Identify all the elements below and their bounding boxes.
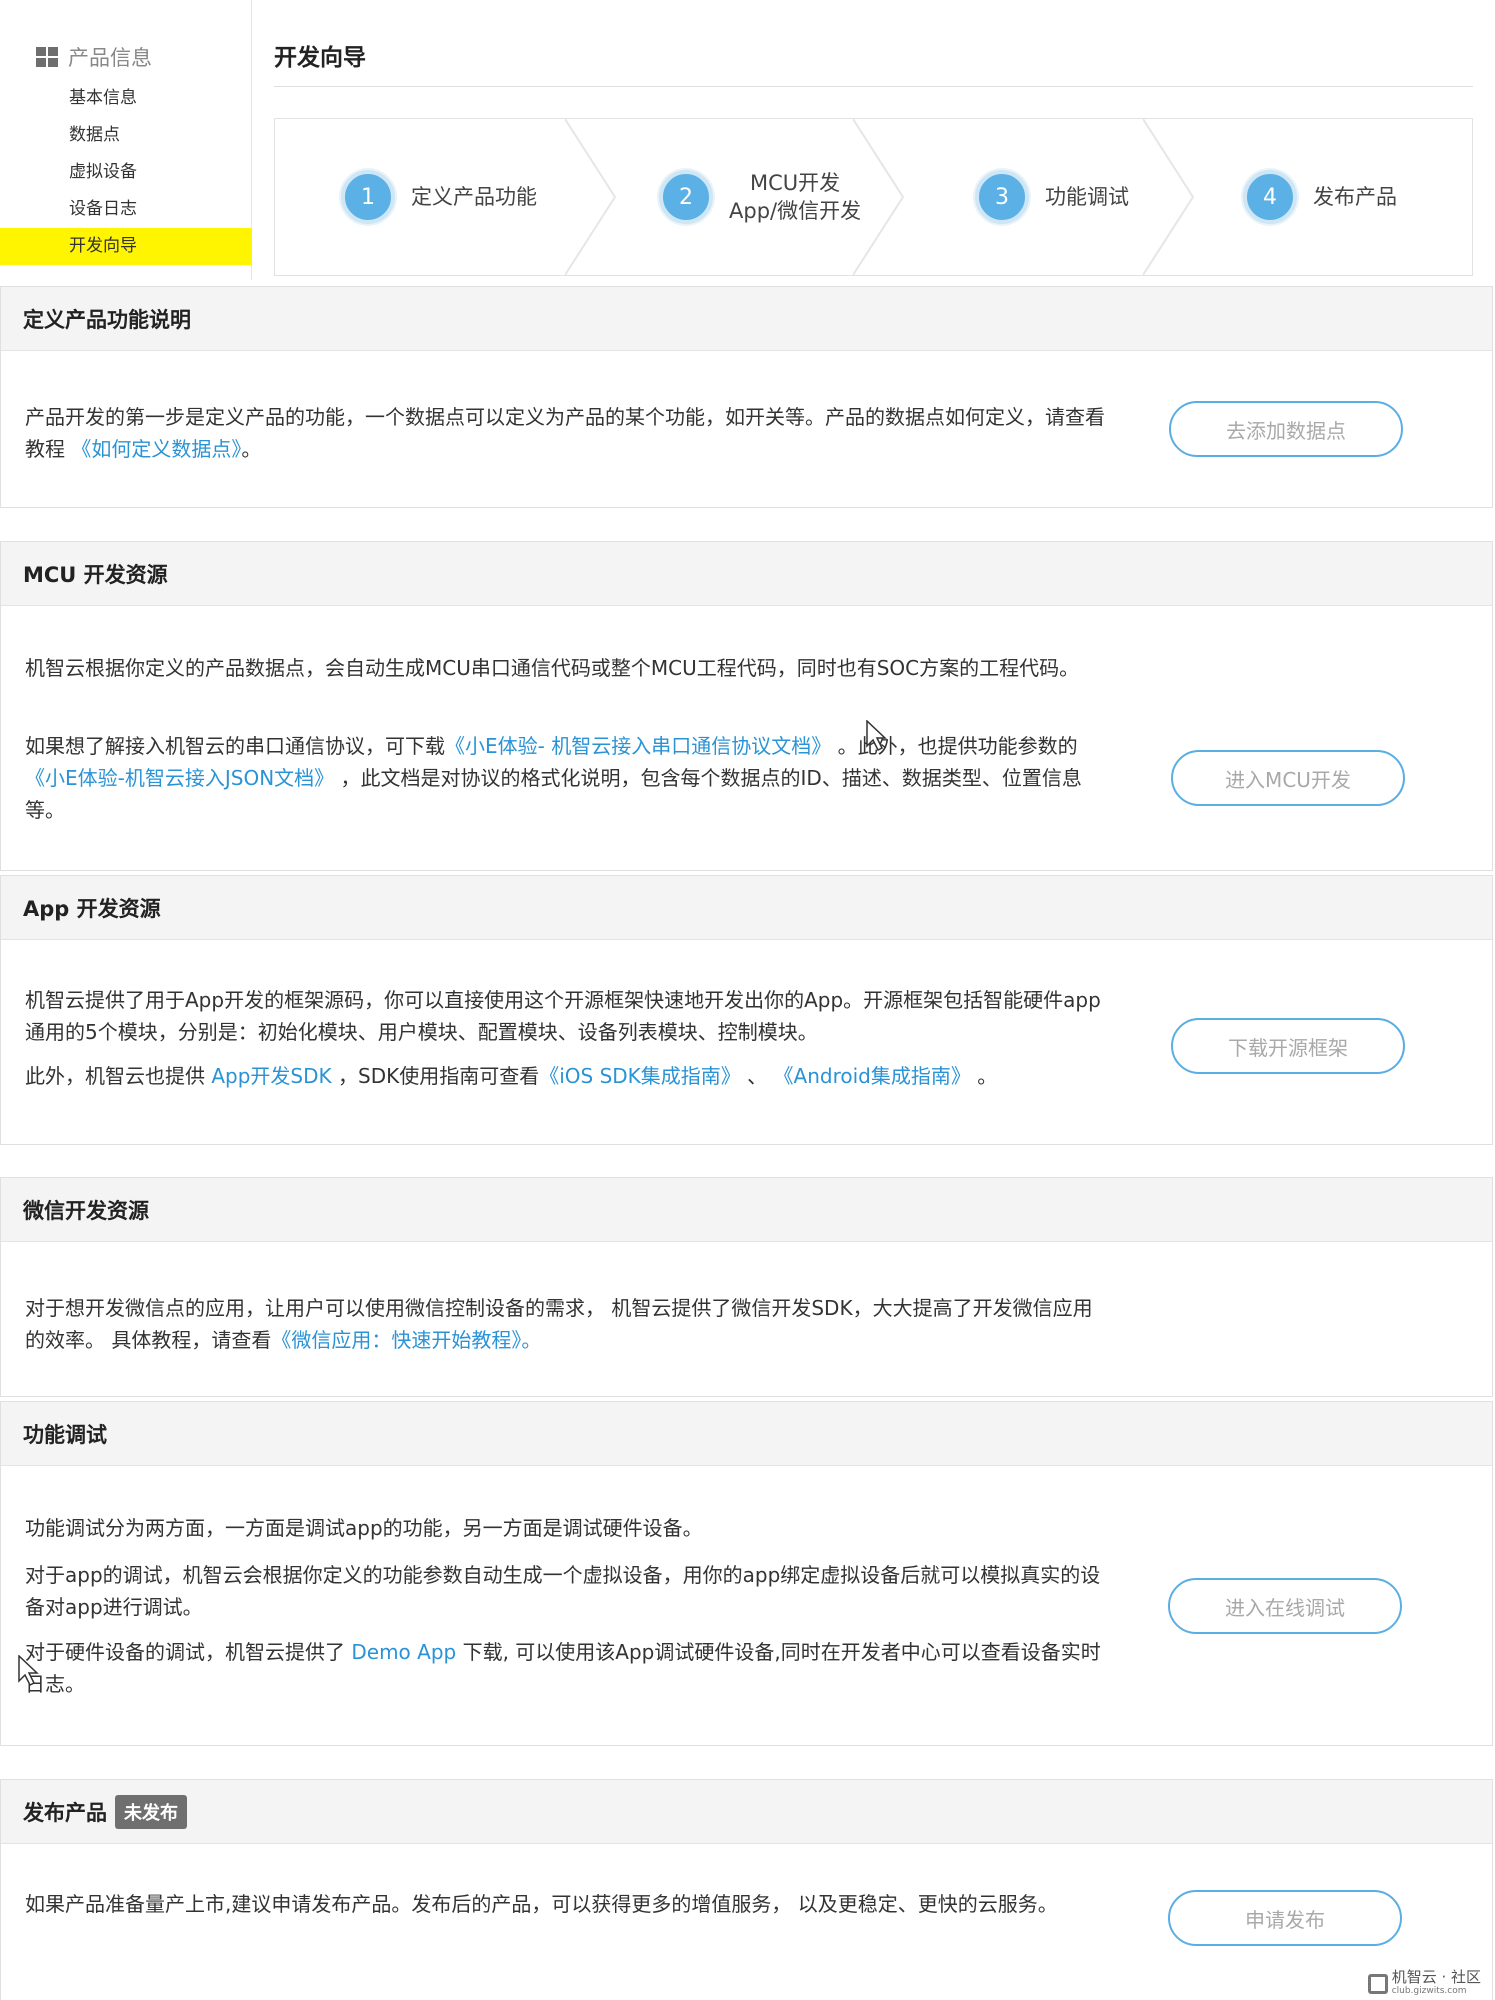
section-app-resources: App 开发资源 机智云提供了用于App开发的框架源码，你可以直接使用这个开源框… <box>0 875 1493 1145</box>
step-1[interactable]: 1 定义产品功能 <box>341 119 537 275</box>
step-divider <box>1143 119 1195 275</box>
section-header: App 开发资源 <box>1 876 1492 940</box>
demo-app-link[interactable]: Demo App <box>351 1640 456 1664</box>
section-header: 定义产品功能说明 <box>1 287 1492 351</box>
sidebar-item-basic-info[interactable]: 基本信息 <box>0 80 252 117</box>
section-wechat-resources: 微信开发资源 对于想开发微信点的应用，让用户可以使用微信控制设备的需求， 机智云… <box>0 1177 1493 1397</box>
json-doc-link[interactable]: 《小E体验-机智云接入JSON文档》 <box>25 766 334 790</box>
sidebar-header: 产品信息 <box>36 42 152 72</box>
serial-protocol-doc-link[interactable]: 《小E体验- 机智云接入串口通信协议文档》 <box>445 734 831 758</box>
section-debugging: 功能调试 功能调试分为两方面，一方面是调试app的功能，另一方面是调试硬件设备。… <box>0 1401 1493 1746</box>
section-title: 微信开发资源 <box>23 1198 149 1223</box>
sidebar: 产品信息 基本信息 数据点 虚拟设备 设备日志 开发向导 <box>0 0 252 280</box>
watermark: 机智云 · 社区 club.gizwits.com <box>1367 1970 1481 1998</box>
how-to-define-datapoints-link[interactable]: 《如何定义数据点》 <box>71 437 241 461</box>
section-text: 机智云提供了用于App开发的框架源码，你可以直接使用这个开源框架快速地开发出你的… <box>25 988 1101 1044</box>
apply-publish-button[interactable]: 申请发布 <box>1168 1890 1402 1946</box>
step-progress: 1 定义产品功能 2 MCU开发 App/微信开发 3 功能调试 4 发布产品 <box>274 118 1473 276</box>
section-title: App 开发资源 <box>23 896 161 921</box>
grid-icon <box>36 47 58 67</box>
step-number: 1 <box>341 170 395 224</box>
step-divider <box>853 119 905 275</box>
step-3[interactable]: 3 功能调试 <box>975 119 1129 275</box>
title-divider <box>274 86 1473 87</box>
mouse-cursor-icon <box>866 720 887 752</box>
step-divider <box>565 119 617 275</box>
step-number: 2 <box>659 170 713 224</box>
add-datapoint-button[interactable]: 去添加数据点 <box>1169 401 1403 457</box>
section-title: MCU 开发资源 <box>23 562 168 587</box>
section-title: 定义产品功能说明 <box>23 307 191 332</box>
page-title: 开发向导 <box>274 45 366 71</box>
section-text: 对于硬件设备的调试，机智云提供了 Demo App 下载, 可以使用该App调试… <box>25 1640 1101 1696</box>
section-define-function: 定义产品功能说明 产品开发的第一步是定义产品的功能，一个数据点可以定义为产品的某… <box>0 286 1493 508</box>
section-title: 发布产品 <box>23 1800 107 1825</box>
section-text: 此外，机智云也提供 App开发SDK ，SDK使用指南可查看《iOS SDK集成… <box>25 1064 998 1088</box>
step-label: 功能调试 <box>1045 185 1129 209</box>
step-4[interactable]: 4 发布产品 <box>1243 119 1397 275</box>
step-number: 3 <box>975 170 1029 224</box>
section-text: 如果想了解接入机智云的串口通信协议，可下载《小E体验- 机智云接入串口通信协议文… <box>25 734 1082 822</box>
download-framework-button[interactable]: 下载开源框架 <box>1171 1018 1405 1074</box>
enter-mcu-dev-button[interactable]: 进入MCU开发 <box>1171 750 1405 806</box>
step-label: 发布产品 <box>1313 185 1397 209</box>
watermark-url: club.gizwits.com <box>1391 1986 1467 1996</box>
section-title: 功能调试 <box>23 1422 107 1447</box>
section-text: 功能调试分为两方面，一方面是调试app的功能，另一方面是调试硬件设备。 <box>25 1516 703 1540</box>
ios-sdk-guide-link[interactable]: 《iOS SDK集成指南》 <box>539 1064 741 1088</box>
sidebar-menu: 基本信息 数据点 虚拟设备 设备日志 开发向导 <box>0 80 252 265</box>
online-debug-button[interactable]: 进入在线调试 <box>1168 1578 1402 1634</box>
section-text: 机智云根据你定义的产品数据点，会自动生成MCU串口通信代码或整个MCU工程代码，… <box>25 656 1080 680</box>
section-text: 对于app的调试，机智云会根据你定义的功能参数自动生成一个虚拟设备，用你的app… <box>25 1563 1101 1619</box>
sidebar-header-label: 产品信息 <box>68 46 152 70</box>
section-header: 发布产品 未发布 <box>1 1780 1492 1844</box>
section-mcu-resources: MCU 开发资源 机智云根据你定义的产品数据点，会自动生成MCU串口通信代码或整… <box>0 541 1493 871</box>
app-sdk-link[interactable]: App开发SDK <box>211 1064 331 1088</box>
sidebar-item-virtual-device[interactable]: 虚拟设备 <box>0 154 252 191</box>
sidebar-item-dev-guide[interactable]: 开发向导 <box>0 228 252 265</box>
step-number: 4 <box>1243 170 1297 224</box>
section-text: 对于想开发微信点的应用，让用户可以使用微信控制设备的需求， 机智云提供了微信开发… <box>25 1296 1093 1352</box>
section-header: 功能调试 <box>1 1402 1492 1466</box>
sidebar-item-device-log[interactable]: 设备日志 <box>0 191 252 228</box>
sidebar-item-data-points[interactable]: 数据点 <box>0 117 252 154</box>
status-badge: 未发布 <box>115 1794 187 1829</box>
section-text: 如果产品准备量产上市,建议申请发布产品。发布后的产品，可以获得更多的增值服务， … <box>25 1892 1058 1916</box>
section-publish: 发布产品 未发布 如果产品准备量产上市,建议申请发布产品。发布后的产品，可以获得… <box>0 1779 1493 2000</box>
wechat-quickstart-link[interactable]: 《微信应用：快速开始教程》。 <box>271 1328 541 1352</box>
android-guide-link[interactable]: 《Android集成指南》 <box>774 1064 971 1088</box>
step-label: 定义产品功能 <box>411 185 537 209</box>
section-header: MCU 开发资源 <box>1 542 1492 606</box>
mouse-cursor-icon <box>18 1655 39 1687</box>
section-text: 产品开发的第一步是定义产品的功能，一个数据点可以定义为产品的某个功能，如开关等。… <box>25 405 1105 461</box>
step-label: MCU开发 App/微信开发 <box>729 171 862 223</box>
step-2[interactable]: 2 MCU开发 App/微信开发 <box>659 119 861 275</box>
section-header: 微信开发资源 <box>1 1178 1492 1242</box>
gizwits-logo-icon <box>1367 1974 1388 1994</box>
